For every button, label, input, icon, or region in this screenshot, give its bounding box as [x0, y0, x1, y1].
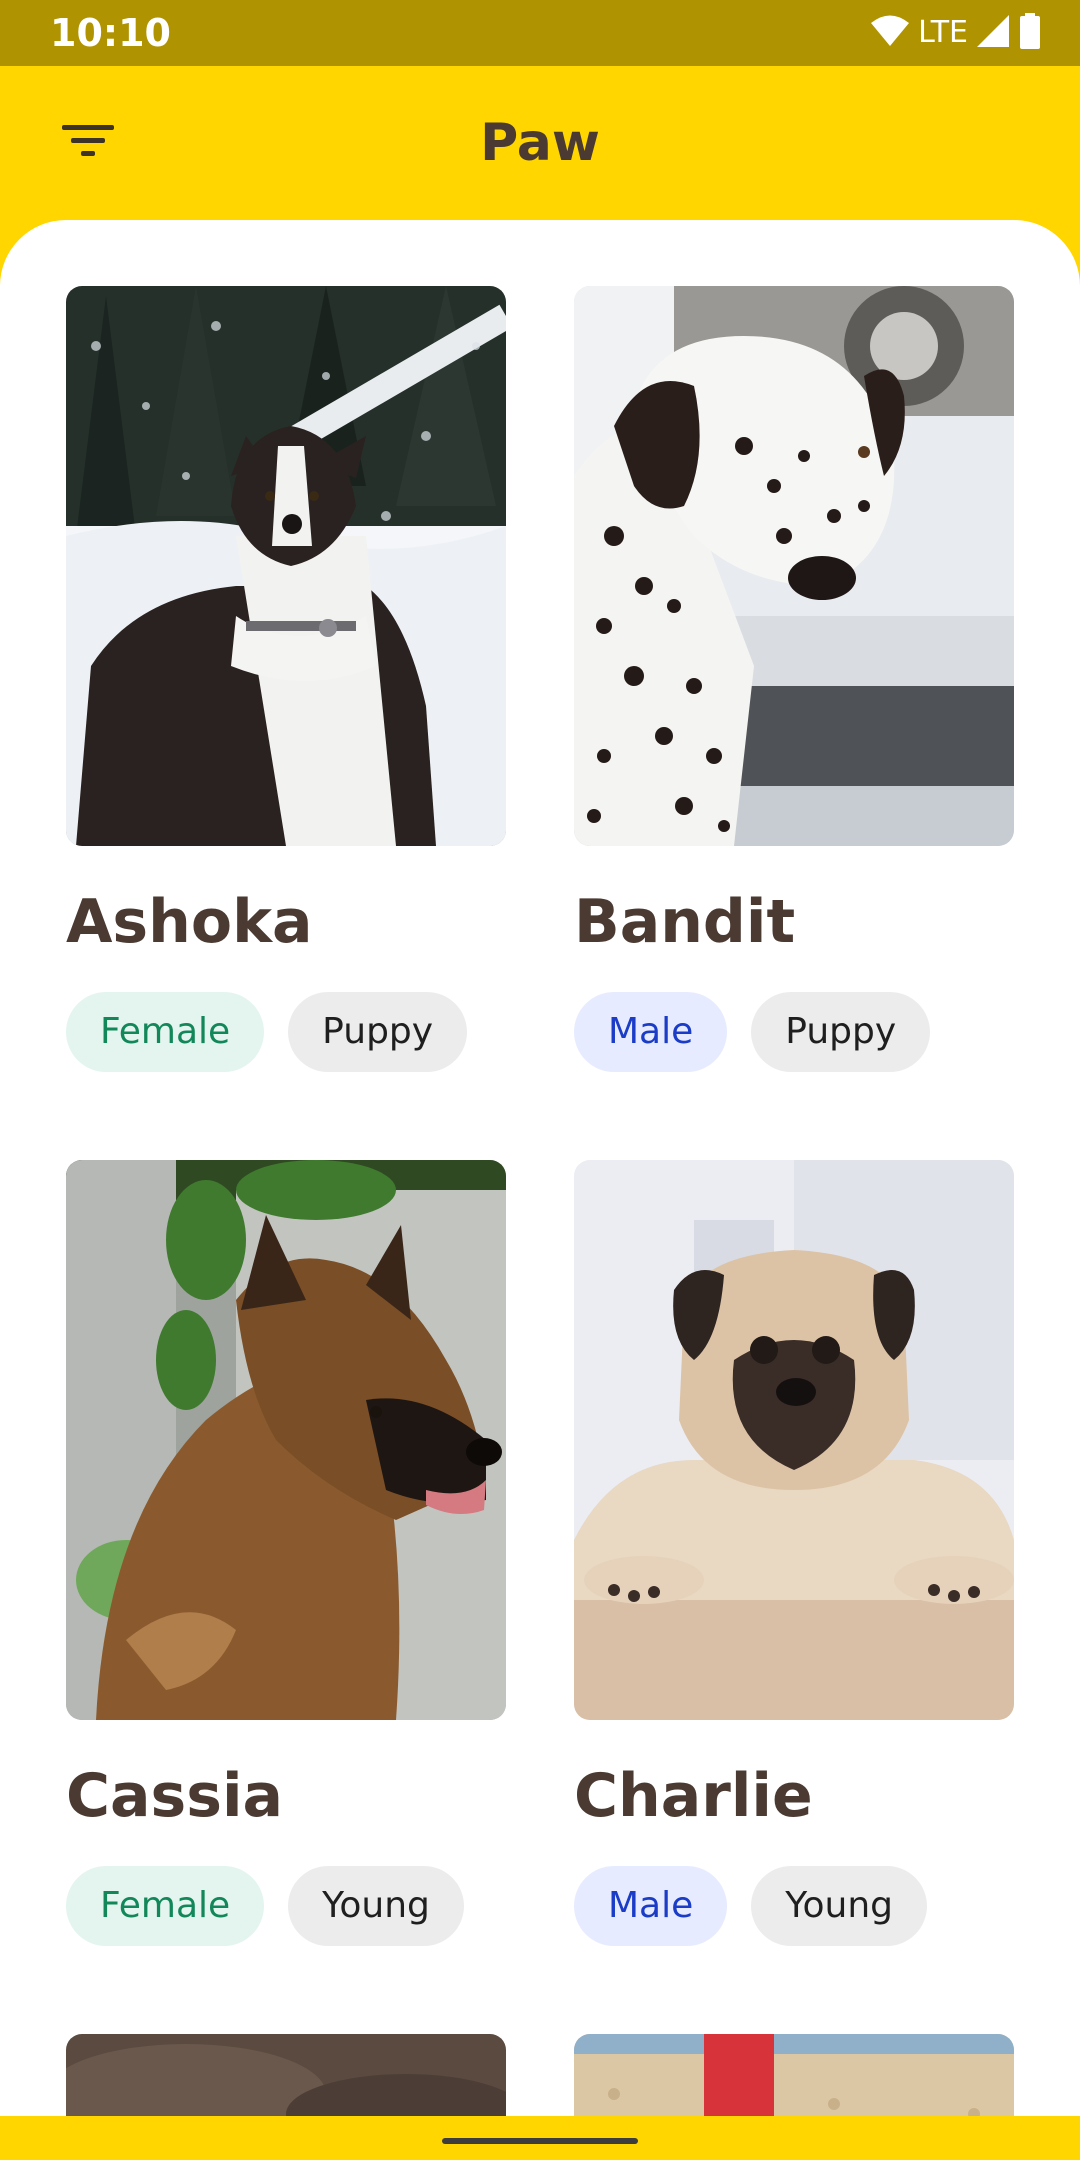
pet-tags: Female Puppy — [66, 992, 468, 1072]
pet-photo — [574, 2034, 1014, 2116]
signal-icon — [976, 14, 1010, 52]
wifi-icon — [870, 14, 910, 52]
pet-photo — [66, 2034, 506, 2116]
battery-icon — [1018, 13, 1042, 53]
status-bar: 10:10 LTE — [0, 0, 1080, 66]
status-time: 10:10 — [50, 11, 171, 55]
gender-chip: Female — [66, 1866, 265, 1946]
gender-chip: Female — [66, 992, 265, 1072]
gender-chip: Male — [574, 1866, 728, 1946]
pet-photo — [574, 286, 1014, 846]
home-gesture-handle[interactable] — [442, 2138, 638, 2144]
pet-photo — [66, 1160, 506, 1720]
pet-name: Bandit — [574, 887, 796, 957]
pet-photo — [574, 1160, 1014, 1720]
pet-tags: Female Young — [66, 1866, 464, 1946]
pet-name: Ashoka — [66, 887, 313, 957]
pet-tags: Male Puppy — [574, 992, 931, 1072]
network-type: LTE — [918, 15, 968, 50]
age-chip: Young — [288, 1866, 464, 1946]
age-chip: Puppy — [288, 992, 468, 1072]
pet-name: Cassia — [66, 1761, 284, 1831]
app-title: Paw — [480, 113, 600, 173]
navigation-bar — [0, 2116, 1080, 2160]
pet-grid: Ashoka Female Puppy Bandit Male Puppy Ca… — [0, 220, 1080, 2116]
app-bar: Paw — [0, 66, 1080, 220]
pet-name: Charlie — [574, 1761, 813, 1831]
pet-tags: Male Young — [574, 1866, 927, 1946]
gender-chip: Male — [574, 992, 728, 1072]
status-icons: LTE — [870, 10, 1042, 56]
age-chip: Young — [751, 1866, 927, 1946]
age-chip: Puppy — [751, 992, 931, 1072]
pet-photo — [66, 286, 506, 846]
